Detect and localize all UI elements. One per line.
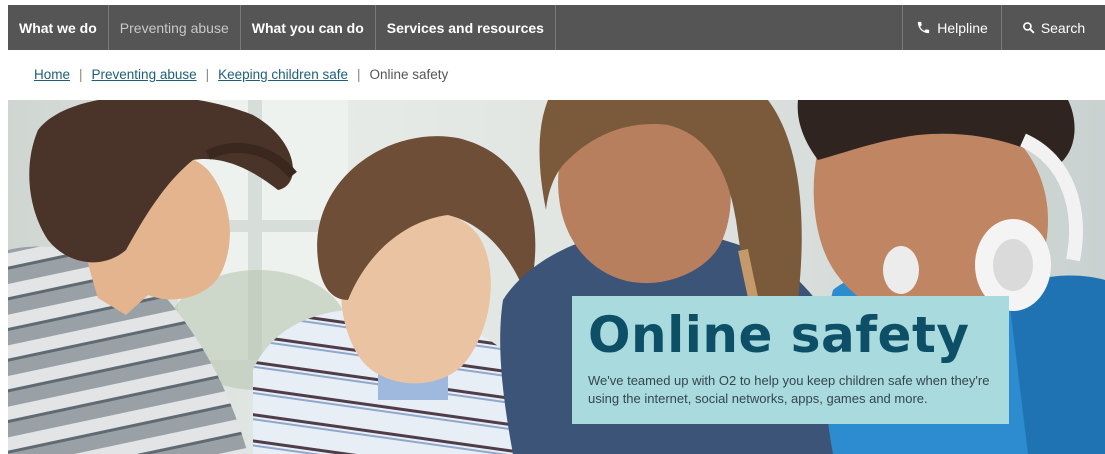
nav-item-services-and-resources[interactable]: Services and resources bbox=[376, 5, 556, 50]
breadcrumb-home[interactable]: Home bbox=[34, 67, 70, 82]
search-button[interactable]: Search bbox=[1002, 5, 1105, 50]
breadcrumb-keeping-children-safe[interactable]: Keeping children safe bbox=[218, 67, 348, 82]
breadcrumb-separator: | bbox=[79, 67, 83, 82]
main-nav: What we do Preventing abuse What you can… bbox=[8, 5, 1105, 50]
nav-item-what-we-do[interactable]: What we do bbox=[8, 5, 109, 50]
helpline-label: Helpline bbox=[937, 19, 988, 36]
breadcrumb-current: Online safety bbox=[369, 67, 449, 82]
search-label: Search bbox=[1040, 19, 1086, 36]
breadcrumb: Home | Preventing abuse | Keeping childr… bbox=[34, 67, 448, 82]
nav-item-preventing-abuse[interactable]: Preventing abuse bbox=[109, 5, 241, 50]
hero-description: We've teamed up with O2 to help you keep… bbox=[588, 373, 990, 406]
hero-banner: Online safety We've teamed up with O2 to… bbox=[8, 100, 1105, 454]
page-title: Online safety bbox=[588, 306, 970, 364]
breadcrumb-preventing-abuse[interactable]: Preventing abuse bbox=[92, 67, 197, 82]
hero-panel: Online safety We've teamed up with O2 to… bbox=[572, 296, 1009, 424]
search-icon bbox=[1022, 22, 1035, 34]
nav-item-what-you-can-do[interactable]: What you can do bbox=[241, 5, 376, 50]
nav-spacer bbox=[556, 5, 903, 50]
breadcrumb-separator: | bbox=[205, 67, 210, 82]
phone-icon bbox=[918, 21, 930, 34]
breadcrumb-separator: | bbox=[356, 67, 361, 82]
helpline-button[interactable]: Helpline bbox=[903, 5, 1002, 50]
